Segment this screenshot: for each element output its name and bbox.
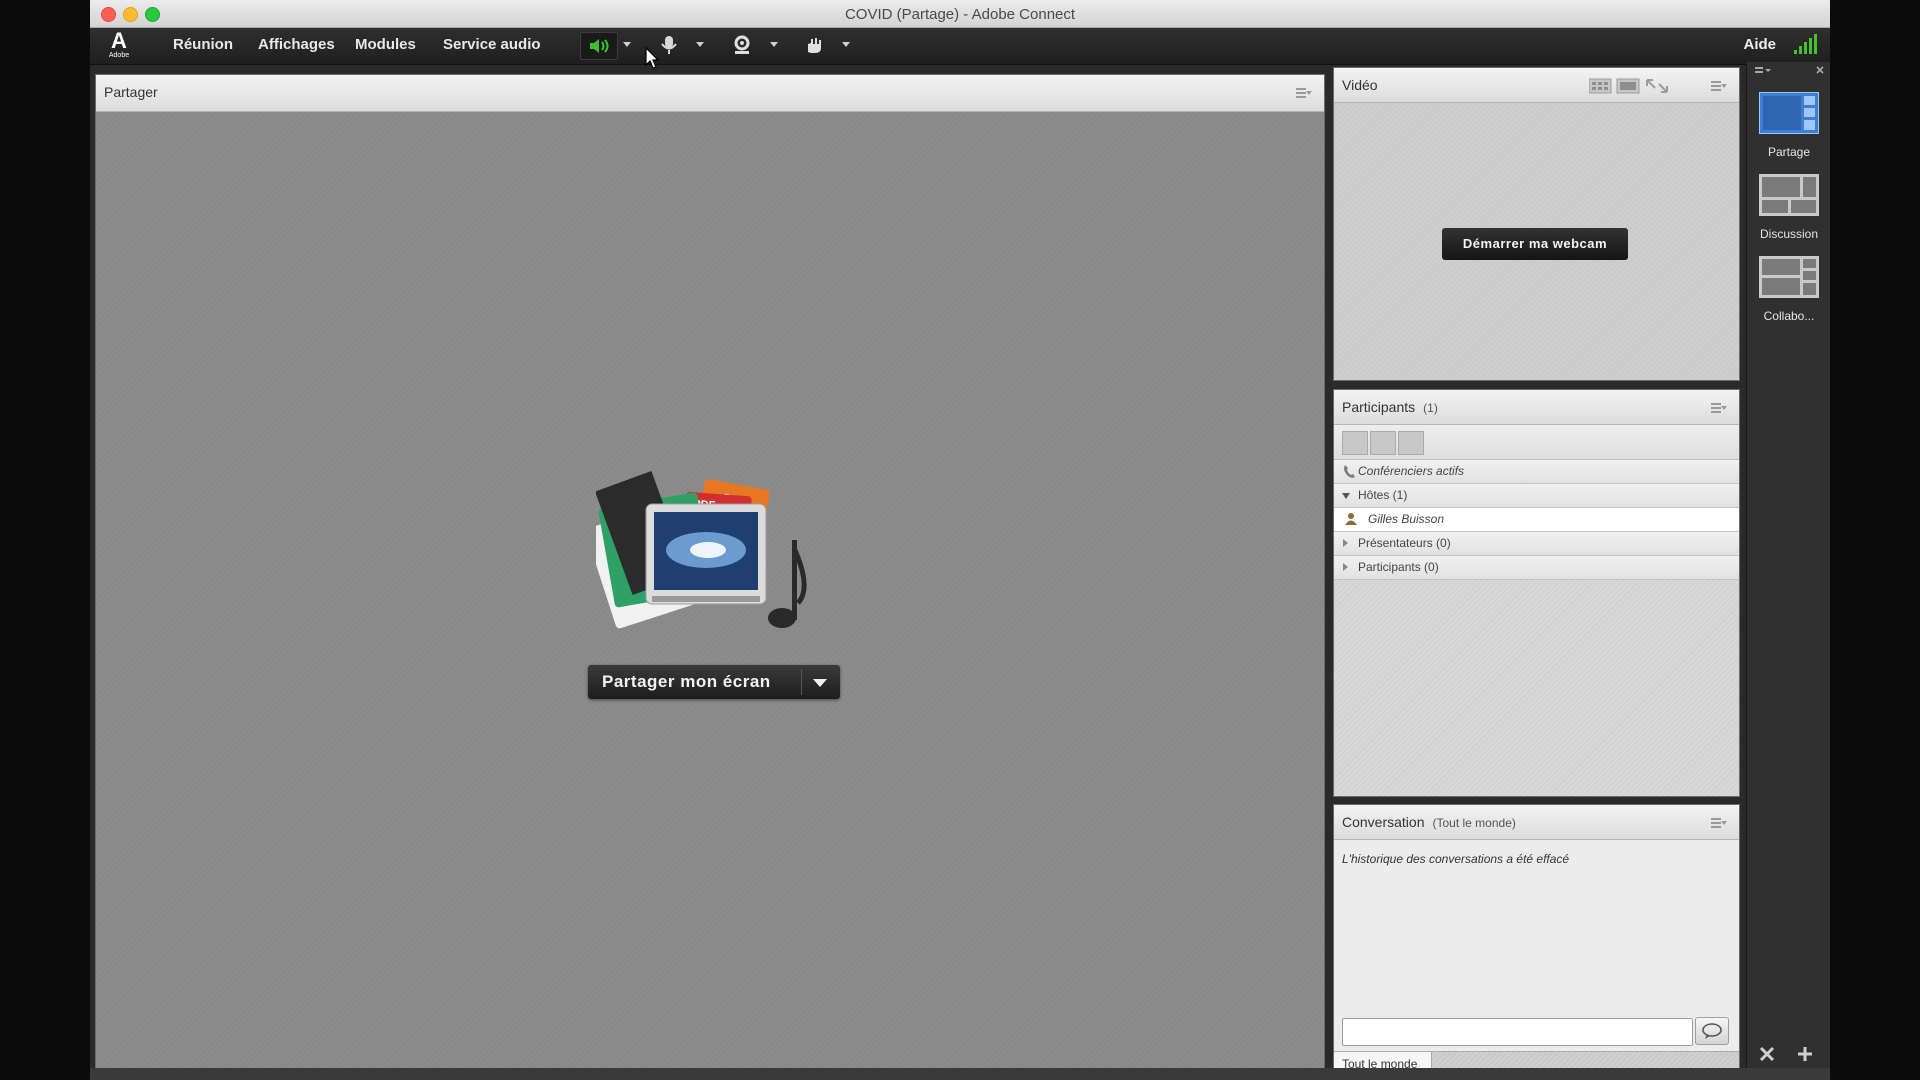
- microphone-dropdown-icon[interactable]: [696, 42, 704, 47]
- chat-pod-title: Conversation (Tout le monde): [1342, 814, 1516, 830]
- chat-title-text: Conversation: [1342, 814, 1425, 830]
- speaker-icon: [590, 39, 609, 53]
- share-my-screen-button[interactable]: Partager mon écran: [588, 665, 840, 699]
- share-pod-title: Partager: [104, 84, 158, 100]
- participants-pod-menu-icon[interactable]: [1711, 403, 1727, 413]
- speaker-dropdown-icon[interactable]: [623, 42, 631, 47]
- layout-label: Discussion: [1759, 227, 1819, 241]
- attendee-options-icon[interactable]: [1398, 431, 1424, 455]
- title-bar: COVID (Partage) - Adobe Connect: [90, 0, 1830, 28]
- chat-pod-header: Conversation (Tout le monde): [1334, 805, 1739, 840]
- webcam-button[interactable]: [728, 32, 756, 58]
- host-user-name: Gilles Buisson: [1368, 512, 1445, 526]
- share-pod: Partager PPT PDF Partager mon écran: [95, 74, 1325, 1069]
- participants-pod-header: Participants (1): [1334, 390, 1739, 425]
- filmstrip-view-icon[interactable]: [1589, 78, 1612, 94]
- menu-aide[interactable]: Aide: [1743, 36, 1776, 53]
- participants-pod-title: Participants (1): [1342, 399, 1438, 415]
- layout-collaboration-thumbnail-icon: [1759, 256, 1819, 298]
- list-view-icon[interactable]: [1342, 431, 1368, 455]
- status-button[interactable]: [800, 32, 828, 58]
- group-label-presenters: Présentateurs (0): [1358, 536, 1451, 550]
- start-webcam-button[interactable]: Démarrer ma webcam: [1442, 228, 1628, 260]
- layout-partage[interactable]: Partage: [1755, 91, 1823, 159]
- menu-affichages[interactable]: Affichages: [258, 36, 335, 53]
- share-pod-menu-icon[interactable]: [1296, 88, 1312, 98]
- webcam-icon: [734, 35, 750, 54]
- chat-pod-menu-icon[interactable]: [1711, 818, 1727, 828]
- layout-label: Partage: [1767, 145, 1811, 159]
- chat-cleared-message: L'historique des conversations a été eff…: [1342, 852, 1570, 866]
- video-pod: Vidéo Démarrer ma webcam: [1333, 67, 1740, 381]
- menu-service-audio[interactable]: Service audio: [443, 36, 541, 53]
- active-speakers-label: Conférenciers actifs: [1358, 464, 1465, 478]
- delete-layout-icon[interactable]: [1757, 1044, 1777, 1064]
- phone-icon: [1344, 465, 1355, 478]
- raise-hand-icon: [808, 38, 821, 53]
- participants-toolbar: [1334, 425, 1739, 460]
- menu-reunion[interactable]: Réunion: [173, 36, 233, 53]
- active-speakers-row: Conférenciers actifs: [1334, 460, 1739, 484]
- layout-collaboration[interactable]: Collabo...: [1755, 256, 1823, 323]
- window-bottom-edge: [90, 1068, 1830, 1080]
- status-dropdown-icon[interactable]: [842, 42, 850, 47]
- chat-scope: (Tout le monde): [1432, 816, 1516, 830]
- host-user-icon: [1345, 513, 1357, 525]
- single-view-icon[interactable]: [1616, 78, 1640, 94]
- video-view-tools: [1589, 78, 1668, 94]
- participants-count: (1): [1423, 401, 1438, 415]
- video-pod-menu-icon[interactable]: [1711, 81, 1727, 91]
- participants-title-text: Participants: [1342, 399, 1416, 415]
- window-title: COVID (Partage) - Adobe Connect: [844, 6, 1076, 23]
- share-options-dropdown-icon[interactable]: [813, 679, 827, 687]
- collapsed-arrow-icon: [1343, 539, 1348, 547]
- layout-discussion[interactable]: Discussion: [1755, 174, 1823, 241]
- participants-pod: Participants (1) Conférenciers actifs Hôt…: [1333, 389, 1740, 797]
- layouts-menu-icon[interactable]: [1755, 67, 1771, 73]
- video-pod-title: Vidéo: [1342, 77, 1378, 93]
- layout-label: Collabo...: [1763, 309, 1815, 323]
- layout-partage-thumbnail-icon: [1758, 91, 1820, 135]
- webcam-dropdown-icon[interactable]: [770, 42, 778, 47]
- share-pod-header: Partager: [96, 75, 1324, 112]
- share-media-illustration-icon: PPT PDF: [596, 471, 807, 629]
- share-button-divider: [801, 669, 802, 695]
- connection-status-icon: [1792, 34, 1818, 61]
- group-row-participants[interactable]: Participants (0): [1334, 556, 1739, 580]
- menu-bar: A Adobe Réunion Affichages Modules Servi…: [90, 28, 1830, 65]
- send-message-button[interactable]: [1695, 1017, 1729, 1045]
- breakout-rooms-icon[interactable]: [1370, 431, 1396, 455]
- participant-row-host[interactable]: Gilles Buisson: [1334, 508, 1739, 532]
- adobe-logo-text: Adobe: [108, 52, 130, 59]
- menu-modules[interactable]: Modules: [355, 36, 416, 53]
- microphone-icon: [661, 36, 677, 54]
- fullscreen-icon[interactable]: [1646, 79, 1668, 93]
- group-row-presenters[interactable]: Présentateurs (0): [1334, 532, 1739, 556]
- speaker-button[interactable]: [580, 32, 618, 60]
- adobe-logo-icon: A Adobe: [104, 30, 134, 62]
- share-my-screen-label: Partager mon écran: [602, 672, 771, 691]
- close-layouts-icon[interactable]: [1816, 66, 1824, 74]
- add-layout-icon[interactable]: [1795, 1044, 1815, 1064]
- group-label-participants: Participants (0): [1358, 560, 1439, 574]
- collapsed-arrow-icon: [1343, 563, 1348, 571]
- chat-message-input[interactable]: [1342, 1018, 1693, 1046]
- microphone-button[interactable]: [656, 32, 682, 58]
- chat-pod: Conversation (Tout le monde) L'historique…: [1333, 804, 1740, 1077]
- expanded-arrow-icon: [1342, 493, 1350, 499]
- chat-history: L'historique des conversations a été eff…: [1334, 840, 1739, 1020]
- group-label-hosts: Hôtes (1): [1358, 488, 1408, 502]
- group-row-hosts[interactable]: Hôtes (1): [1334, 484, 1739, 508]
- chat-bubble-icon: [1702, 1023, 1722, 1039]
- app-window: COVID (Partage) - Adobe Connect A Adobe …: [90, 0, 1830, 1080]
- video-pod-header: Vidéo: [1334, 68, 1739, 103]
- layout-discussion-thumbnail-icon: [1759, 174, 1819, 216]
- layouts-bar: Partage Discussion Collabo...: [1746, 62, 1830, 1080]
- mouse-cursor-icon: [645, 47, 659, 69]
- layouts-bar-controls: [1755, 66, 1824, 74]
- adobe-logo-mark: A: [111, 28, 127, 53]
